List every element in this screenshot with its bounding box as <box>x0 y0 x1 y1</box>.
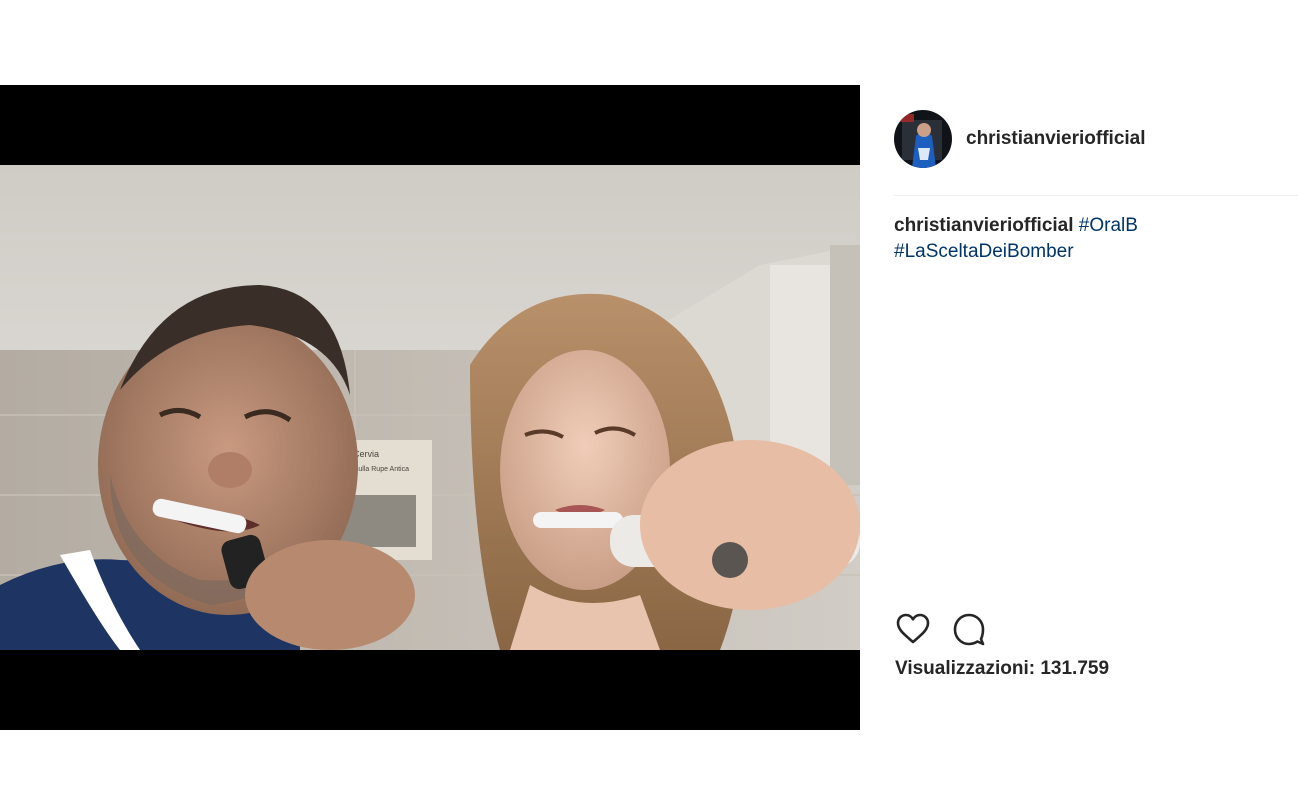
hashtag-link[interactable]: #OralB <box>1079 215 1138 236</box>
post-side-panel: christianvieriofficial christianvierioff… <box>860 85 1298 730</box>
like-button[interactable] <box>894 610 932 648</box>
post-header: christianvieriofficial <box>894 109 1288 169</box>
header-divider <box>894 195 1298 196</box>
video-frame[interactable]: Cervia Foto Stati sulla Rupe Antica <box>0 165 860 650</box>
post-caption: christianvieriofficial #OralB #LaSceltaD… <box>894 213 1214 265</box>
hashtag-link[interactable]: #LaSceltaDeiBomber <box>894 241 1074 262</box>
heart-icon <box>896 613 930 644</box>
comment-button[interactable] <box>950 610 988 648</box>
comment-icon <box>953 613 985 646</box>
avatar[interactable] <box>894 110 952 168</box>
post-actions <box>894 610 1006 648</box>
caption-username[interactable]: christianvieriofficial <box>894 215 1074 236</box>
views-value: 131.759 <box>1040 658 1110 679</box>
views-label: Visualizzazioni: <box>895 658 1036 679</box>
post-username[interactable]: christianvieriofficial <box>966 128 1146 150</box>
video-player[interactable]: Cervia Foto Stati sulla Rupe Antica <box>0 85 860 730</box>
view-count: Visualizzazioni: 131.759 <box>895 658 1109 680</box>
avatar-image <box>894 110 952 168</box>
video-still: Cervia Foto Stati sulla Rupe Antica <box>0 165 860 650</box>
